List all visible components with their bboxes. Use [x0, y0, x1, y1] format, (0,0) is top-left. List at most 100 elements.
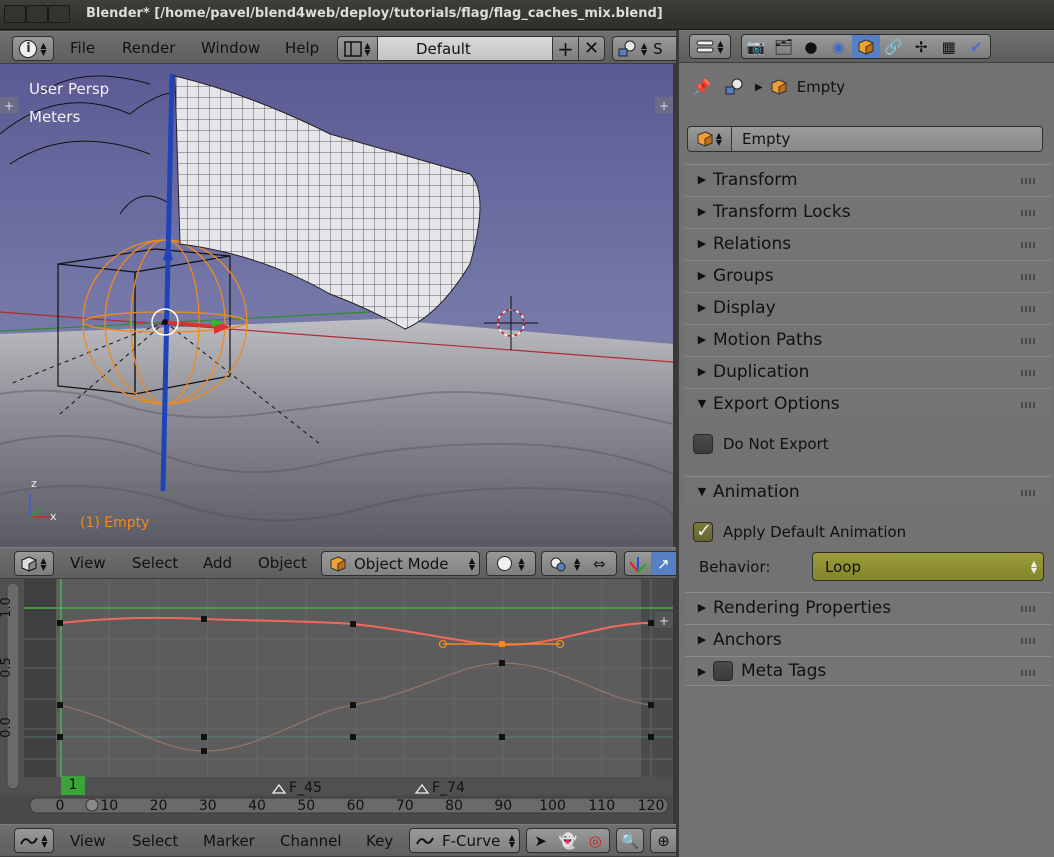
screen-layout-selector[interactable]: ▲ ▼ Default + ✕ [337, 36, 605, 61]
window-close-button[interactable] [4, 5, 26, 23]
graph-menu-view[interactable]: View [70, 825, 106, 856]
add-layout-icon[interactable]: + [552, 37, 578, 61]
scene-tab-icon[interactable]: ● [797, 38, 825, 56]
3d-viewport[interactable]: + + User Persp Meters (1) Empty z x [0, 64, 673, 547]
editor-type-3dview-button[interactable]: ▲ ▼ [14, 551, 54, 576]
render-tab-icon[interactable]: 📷 [742, 38, 770, 56]
panel-duplication[interactable]: ▶ Duplication [685, 356, 1051, 386]
remove-layout-icon[interactable]: ✕ [578, 37, 604, 60]
viewport-menu-object[interactable]: Object [258, 548, 307, 578]
do-not-export-option[interactable]: Do Not Export [693, 434, 829, 454]
panel-title: Motion Paths [713, 329, 823, 350]
meta-tags-checkbox[interactable] [713, 661, 733, 681]
manipulator-group[interactable]: ↗ [624, 551, 676, 576]
snap-button[interactable]: ⊕ [650, 828, 676, 853]
zoom-button[interactable]: 🔍 [616, 828, 644, 853]
pin-icon[interactable]: 📌 [691, 78, 713, 96]
cursor-icon[interactable]: ➤ [527, 832, 554, 850]
world-tab-icon[interactable]: ◉ [825, 38, 853, 56]
drag-grip-icon[interactable] [1021, 210, 1037, 216]
graph-mode-dropdown[interactable]: F-Curve ▲ ▼ [409, 828, 520, 853]
physics-tab-icon[interactable]: ✔ [963, 38, 991, 56]
menu-file[interactable]: File [70, 32, 95, 63]
drag-grip-icon[interactable] [1021, 306, 1037, 312]
graph-menu-select[interactable]: Select [132, 825, 178, 856]
snap-icon: ⊕ [657, 831, 670, 850]
modifiers-tab-icon[interactable]: ✢ [907, 38, 935, 56]
constraints-tab-icon[interactable]: 🔗 [880, 38, 908, 56]
marker-label[interactable]: F_45 [289, 780, 322, 796]
ghost-icon[interactable]: 👻 [554, 832, 581, 850]
svg-text:+: + [659, 614, 669, 628]
graph-editor[interactable]: + 1.0 0.5 0.0 1 F_45 F_74 0 10 20 30 40 50 60 7… [0, 579, 673, 824]
graph-menu-key[interactable]: Key [366, 825, 393, 856]
panel-meta-tags[interactable]: ▶ Meta Tags [685, 656, 1051, 686]
drag-grip-icon[interactable] [1021, 402, 1037, 408]
menu-window[interactable]: Window [201, 32, 260, 63]
pivot-target-icon[interactable]: ◎ [582, 832, 609, 850]
proportional-icon[interactable]: ⇔ [586, 555, 612, 573]
screen-layout-name[interactable]: Default [378, 37, 552, 60]
panel-relations[interactable]: ▶ Relations [685, 228, 1051, 258]
menu-help[interactable]: Help [285, 32, 319, 63]
drag-grip-icon[interactable] [1021, 638, 1037, 644]
graph-tools-group[interactable]: ➤ 👻 ◎ [526, 828, 610, 853]
panel-groups[interactable]: ▶ Groups [685, 260, 1051, 290]
viewport-menu-add[interactable]: Add [203, 548, 232, 578]
frame-tick-label: 50 [297, 798, 316, 814]
panel-export-options[interactable]: ▼ Export Options [685, 388, 1051, 418]
drag-grip-icon[interactable] [1021, 370, 1037, 376]
drag-grip-icon[interactable] [1021, 338, 1037, 344]
panel-transform[interactable]: ▶ Transform [685, 164, 1051, 194]
pivot-point-group[interactable]: ▲ ▼ ⇔ [541, 551, 617, 576]
menu-render[interactable]: Render [122, 32, 175, 63]
graph-menu-channel[interactable]: Channel [280, 825, 342, 856]
object-datablock-icon[interactable]: ▲ ▼ [688, 127, 732, 151]
apply-default-animation-checkbox[interactable] [693, 520, 713, 542]
scene-name-partial: S [653, 39, 663, 58]
panel-animation[interactable]: ▼ Animation [685, 476, 1051, 506]
viewport-menu-select[interactable]: Select [132, 548, 178, 578]
drag-grip-icon[interactable] [1021, 490, 1037, 496]
panel-transform-locks[interactable]: ▶ Transform Locks [685, 196, 1051, 226]
behavior-dropdown[interactable]: Loop ▲ ▼ [812, 552, 1044, 581]
cube-icon [21, 555, 37, 572]
panel-display[interactable]: ▶ Display [685, 292, 1051, 322]
panel-title: Relations [713, 233, 792, 254]
drag-grip-icon[interactable] [1021, 242, 1037, 248]
graph-header: ▲ ▼ View Select Marker Channel Key F-Curv… [0, 824, 676, 857]
drag-grip-icon[interactable] [1021, 670, 1037, 676]
graph-editor-icon [20, 834, 39, 848]
panel-rendering-properties[interactable]: ▶ Rendering Properties [685, 592, 1051, 622]
editor-type-info-button[interactable]: i ▲ ▼ [12, 36, 54, 61]
drag-grip-icon[interactable] [1021, 178, 1037, 184]
window-maximize-button[interactable] [48, 5, 70, 23]
panel-motion-paths[interactable]: ▶ Motion Paths [685, 324, 1051, 354]
editor-type-properties-button[interactable]: ▲ ▼ [689, 34, 731, 59]
current-frame-badge[interactable]: 1 [61, 776, 85, 795]
object-name-value[interactable]: Empty [732, 127, 1042, 151]
y-tick-label: 1.0 [0, 597, 14, 618]
window-minimize-button[interactable] [26, 5, 48, 23]
render-layers-tab-icon[interactable]: 🗂 [770, 38, 798, 56]
frame-tick-label: 40 [248, 798, 266, 814]
object-name-field[interactable]: ▲ ▼ Empty [687, 126, 1043, 152]
drag-grip-icon[interactable] [1021, 274, 1037, 280]
marker-label[interactable]: F_74 [432, 780, 465, 796]
editor-type-graph-button[interactable]: ▲ ▼ [14, 828, 54, 853]
graph-menu-marker[interactable]: Marker [203, 825, 255, 856]
drag-grip-icon[interactable] [1021, 606, 1037, 612]
texture-tab-icon[interactable]: ▦ [935, 38, 963, 56]
translate-icon[interactable]: ↗ [650, 552, 676, 575]
frame-tick-label: 90 [494, 798, 513, 814]
do-not-export-checkbox[interactable] [693, 434, 713, 454]
graph-mode-value: F-Curve [442, 831, 501, 850]
apply-default-animation-option[interactable]: Apply Default Animation [693, 520, 906, 542]
viewport-menu-view[interactable]: View [70, 548, 106, 578]
panel-anchors[interactable]: ▶ Anchors [685, 624, 1051, 654]
object-tab-icon[interactable] [852, 35, 880, 58]
viewport-shading-dropdown[interactable]: ▲ ▼ [486, 551, 536, 576]
object-mode-dropdown[interactable]: Object Mode ▲ ▼ [321, 551, 480, 576]
scene-selector[interactable]: ▲ ▼ S [612, 36, 676, 61]
behavior-value: Loop [825, 557, 861, 576]
